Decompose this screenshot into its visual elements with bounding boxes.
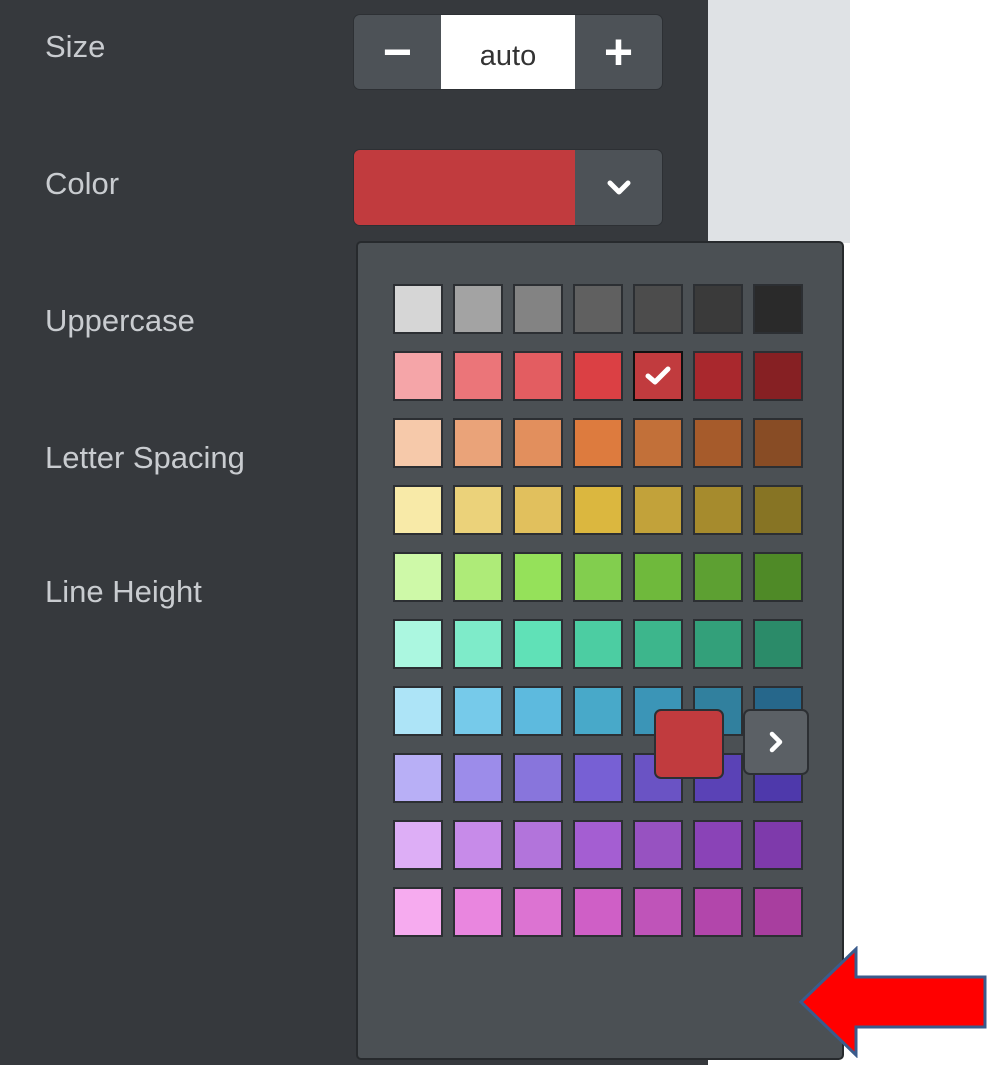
color-swatch[interactable] xyxy=(693,820,743,870)
color-swatch[interactable] xyxy=(513,418,563,468)
color-swatch[interactable] xyxy=(453,686,503,736)
color-swatch[interactable] xyxy=(393,686,443,736)
color-swatch[interactable] xyxy=(693,552,743,602)
color-swatch[interactable] xyxy=(753,887,803,937)
color-swatch[interactable] xyxy=(573,284,623,334)
chevron-right-icon xyxy=(769,731,783,753)
color-swatch[interactable] xyxy=(693,351,743,401)
size-label: Size xyxy=(45,29,106,64)
annotation-arrow xyxy=(798,946,987,1058)
color-swatch[interactable] xyxy=(753,284,803,334)
color-swatch[interactable] xyxy=(573,485,623,535)
color-swatch[interactable] xyxy=(453,887,503,937)
color-swatch[interactable] xyxy=(753,351,803,401)
color-swatch[interactable] xyxy=(693,619,743,669)
current-color-swatch[interactable] xyxy=(654,709,724,779)
color-swatch[interactable] xyxy=(453,284,503,334)
color-swatch[interactable] xyxy=(393,820,443,870)
checkmark-icon xyxy=(645,366,671,385)
color-swatch[interactable] xyxy=(513,686,563,736)
color-swatch[interactable] xyxy=(513,284,563,334)
color-swatch[interactable] xyxy=(633,552,683,602)
color-swatch[interactable] xyxy=(573,351,623,401)
color-swatch[interactable] xyxy=(453,753,503,803)
color-swatch[interactable] xyxy=(393,619,443,669)
color-swatch[interactable] xyxy=(573,418,623,468)
color-swatch[interactable] xyxy=(753,619,803,669)
color-swatch[interactable] xyxy=(573,552,623,602)
color-label: Color xyxy=(45,166,120,201)
canvas-area xyxy=(708,0,850,243)
color-swatch[interactable] xyxy=(393,485,443,535)
color-swatch[interactable] xyxy=(513,820,563,870)
color-swatch[interactable] xyxy=(633,619,683,669)
color-swatch[interactable] xyxy=(693,485,743,535)
color-swatch[interactable] xyxy=(753,485,803,535)
color-swatch[interactable] xyxy=(513,552,563,602)
line-height-label: Line Height xyxy=(45,574,202,609)
color-swatch[interactable] xyxy=(453,418,503,468)
color-swatch-selected[interactable] xyxy=(633,351,683,401)
color-swatch[interactable] xyxy=(453,619,503,669)
color-swatch[interactable] xyxy=(393,284,443,334)
color-swatch[interactable] xyxy=(513,619,563,669)
color-swatch[interactable] xyxy=(573,686,623,736)
color-swatch[interactable] xyxy=(453,351,503,401)
color-swatch[interactable] xyxy=(633,887,683,937)
letter-spacing-label: Letter Spacing xyxy=(45,440,245,475)
color-swatch[interactable] xyxy=(453,485,503,535)
color-swatch[interactable] xyxy=(573,887,623,937)
color-swatch[interactable] xyxy=(753,552,803,602)
chevron-down-icon[interactable] xyxy=(575,150,662,225)
color-swatch[interactable] xyxy=(393,753,443,803)
color-swatch[interactable] xyxy=(753,820,803,870)
color-swatch[interactable] xyxy=(573,619,623,669)
color-swatch[interactable] xyxy=(393,552,443,602)
more-colors-button[interactable] xyxy=(743,709,809,775)
color-swatch[interactable] xyxy=(513,351,563,401)
color-swatch[interactable] xyxy=(393,418,443,468)
color-swatch[interactable] xyxy=(693,887,743,937)
color-swatch[interactable] xyxy=(633,284,683,334)
color-dropdown[interactable] xyxy=(353,149,663,226)
size-value-input[interactable]: auto xyxy=(441,15,575,89)
color-swatch[interactable] xyxy=(513,485,563,535)
color-swatch[interactable] xyxy=(453,820,503,870)
selected-color-swatch[interactable] xyxy=(354,150,575,225)
color-swatch[interactable] xyxy=(513,753,563,803)
increase-size-button[interactable]: + xyxy=(575,15,662,89)
color-swatch[interactable] xyxy=(633,485,683,535)
color-swatch[interactable] xyxy=(393,351,443,401)
color-swatch[interactable] xyxy=(573,753,623,803)
color-swatch[interactable] xyxy=(573,820,623,870)
color-swatch[interactable] xyxy=(633,418,683,468)
color-swatch[interactable] xyxy=(453,552,503,602)
color-swatch[interactable] xyxy=(693,284,743,334)
decrease-size-button[interactable]: − xyxy=(354,15,441,89)
color-palette-grid xyxy=(393,284,803,937)
color-swatch[interactable] xyxy=(393,887,443,937)
color-picker-popup xyxy=(356,241,844,1060)
color-swatch[interactable] xyxy=(693,418,743,468)
color-swatch[interactable] xyxy=(513,887,563,937)
size-stepper: − auto + xyxy=(353,14,663,90)
uppercase-label: Uppercase xyxy=(45,303,195,338)
color-swatch[interactable] xyxy=(753,418,803,468)
color-swatch[interactable] xyxy=(633,820,683,870)
